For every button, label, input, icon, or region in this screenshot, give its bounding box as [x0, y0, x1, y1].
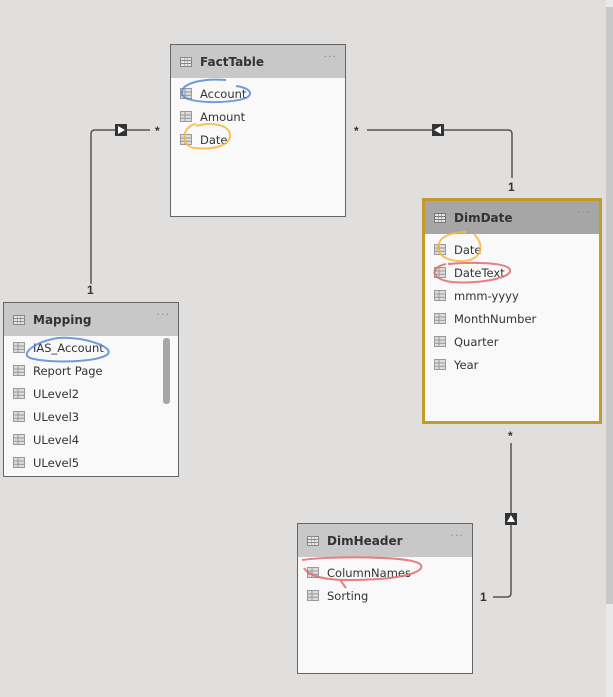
field-label: MonthNumber [454, 311, 537, 326]
table-card-dimdate[interactable]: DimDate ··· Date DateText mmm-yyyy Month… [422, 198, 602, 424]
table-title: Mapping [33, 312, 92, 327]
column-icon [180, 134, 192, 145]
field-ulevel2[interactable]: ULevel2 [4, 382, 178, 405]
field-columnnames[interactable]: ColumnNames [298, 561, 472, 584]
field-account[interactable]: Account [171, 82, 345, 105]
field-label: ULevel3 [33, 409, 80, 424]
column-icon [434, 336, 446, 347]
cardinality-many-dimdate: * [508, 429, 513, 443]
canvas-scrollbar-thumb[interactable] [606, 7, 613, 604]
field-monthnumber[interactable]: MonthNumber [425, 307, 599, 330]
table-title: DimHeader [327, 533, 403, 548]
field-ias-account[interactable]: IAS_Account [4, 336, 178, 359]
field-label: DateText [454, 265, 505, 280]
field-label: Date [454, 242, 482, 257]
column-icon [13, 342, 25, 353]
field-label: Amount [200, 109, 246, 124]
relationship-line-dimdate-fact [367, 129, 513, 178]
table-title: DimDate [454, 210, 513, 225]
field-sorting[interactable]: Sorting [298, 584, 472, 607]
table-card-mapping[interactable]: Mapping ··· IAS_Account Report Page ULev… [3, 302, 179, 477]
cardinality-many-fact-left: * [155, 124, 160, 138]
column-icon [434, 359, 446, 370]
field-label: ColumnNames [327, 565, 411, 580]
table-header[interactable]: Mapping ··· [4, 303, 178, 336]
field-mmm-yyyy[interactable]: mmm-yyyy [425, 284, 599, 307]
field-list-scrollbar[interactable] [163, 338, 170, 404]
column-icon [434, 267, 446, 278]
column-icon [307, 567, 319, 578]
field-label: Sorting [327, 588, 369, 603]
column-icon [13, 388, 25, 399]
more-options-button[interactable]: ··· [324, 50, 338, 63]
cardinality-one-dimdate: 1 [508, 180, 515, 194]
field-amount[interactable]: Amount [171, 105, 345, 128]
field-label: IAS_Account [33, 340, 104, 355]
column-icon [13, 365, 25, 376]
canvas-scrollbar[interactable] [606, 0, 613, 697]
field-year[interactable]: Year [425, 353, 599, 376]
model-view-canvas[interactable]: 1 * * 1 * 1 FactTable ··· Account Amount… [0, 0, 613, 697]
table-icon [13, 314, 25, 325]
field-label: Date [200, 132, 228, 147]
field-ulevel5[interactable]: ULevel5 [4, 451, 178, 474]
column-icon [434, 290, 446, 301]
column-icon [13, 457, 25, 468]
relationship-line-mapping-fact [90, 129, 150, 284]
field-label: Report Page [33, 363, 103, 378]
table-header[interactable]: DimHeader ··· [298, 524, 472, 557]
table-header[interactable]: DimDate ··· [425, 201, 599, 234]
field-label: Quarter [454, 334, 499, 349]
field-label: Year [454, 357, 479, 372]
table-card-dimheader[interactable]: DimHeader ··· ColumnNames Sorting [297, 523, 473, 674]
column-icon [13, 411, 25, 422]
field-list: Account Amount Date [171, 78, 345, 151]
cardinality-many-fact-right: * [354, 124, 359, 138]
field-report-page[interactable]: Report Page [4, 359, 178, 382]
field-label: ULevel2 [33, 386, 80, 401]
field-ulevel4[interactable]: ULevel4 [4, 428, 178, 451]
column-icon [434, 313, 446, 324]
field-list: Date DateText mmm-yyyy MonthNumber Quart… [425, 234, 599, 376]
table-icon [434, 212, 446, 223]
field-label: Account [200, 86, 247, 101]
field-label: mmm-yyyy [454, 288, 519, 303]
table-header[interactable]: FactTable ··· [171, 45, 345, 78]
table-icon [307, 535, 319, 546]
cardinality-one-dimheader: 1 [480, 590, 487, 604]
field-quarter[interactable]: Quarter [425, 330, 599, 353]
field-date[interactable]: Date [425, 238, 599, 261]
field-label: ULevel5 [33, 455, 80, 470]
more-options-button[interactable]: ··· [157, 308, 171, 321]
filter-direction-up-icon [505, 513, 517, 525]
filter-direction-left-icon [432, 124, 444, 136]
field-list: IAS_Account Report Page ULevel2 ULevel3 … [4, 336, 178, 474]
column-icon [13, 434, 25, 445]
more-options-button[interactable]: ··· [451, 529, 465, 542]
field-label: ULevel4 [33, 432, 80, 447]
filter-direction-right-icon [115, 124, 127, 136]
more-options-button[interactable]: ··· [578, 206, 592, 219]
field-ulevel3[interactable]: ULevel3 [4, 405, 178, 428]
column-icon [434, 244, 446, 255]
cardinality-one-mapping: 1 [87, 283, 94, 297]
field-list: ColumnNames Sorting [298, 557, 472, 607]
table-icon [180, 56, 192, 67]
column-icon [180, 88, 192, 99]
table-title: FactTable [200, 54, 265, 69]
field-datetext[interactable]: DateText [425, 261, 599, 284]
field-date[interactable]: Date [171, 128, 345, 151]
column-icon [307, 590, 319, 601]
table-card-facttable[interactable]: FactTable ··· Account Amount Date [170, 44, 346, 217]
column-icon [180, 111, 192, 122]
